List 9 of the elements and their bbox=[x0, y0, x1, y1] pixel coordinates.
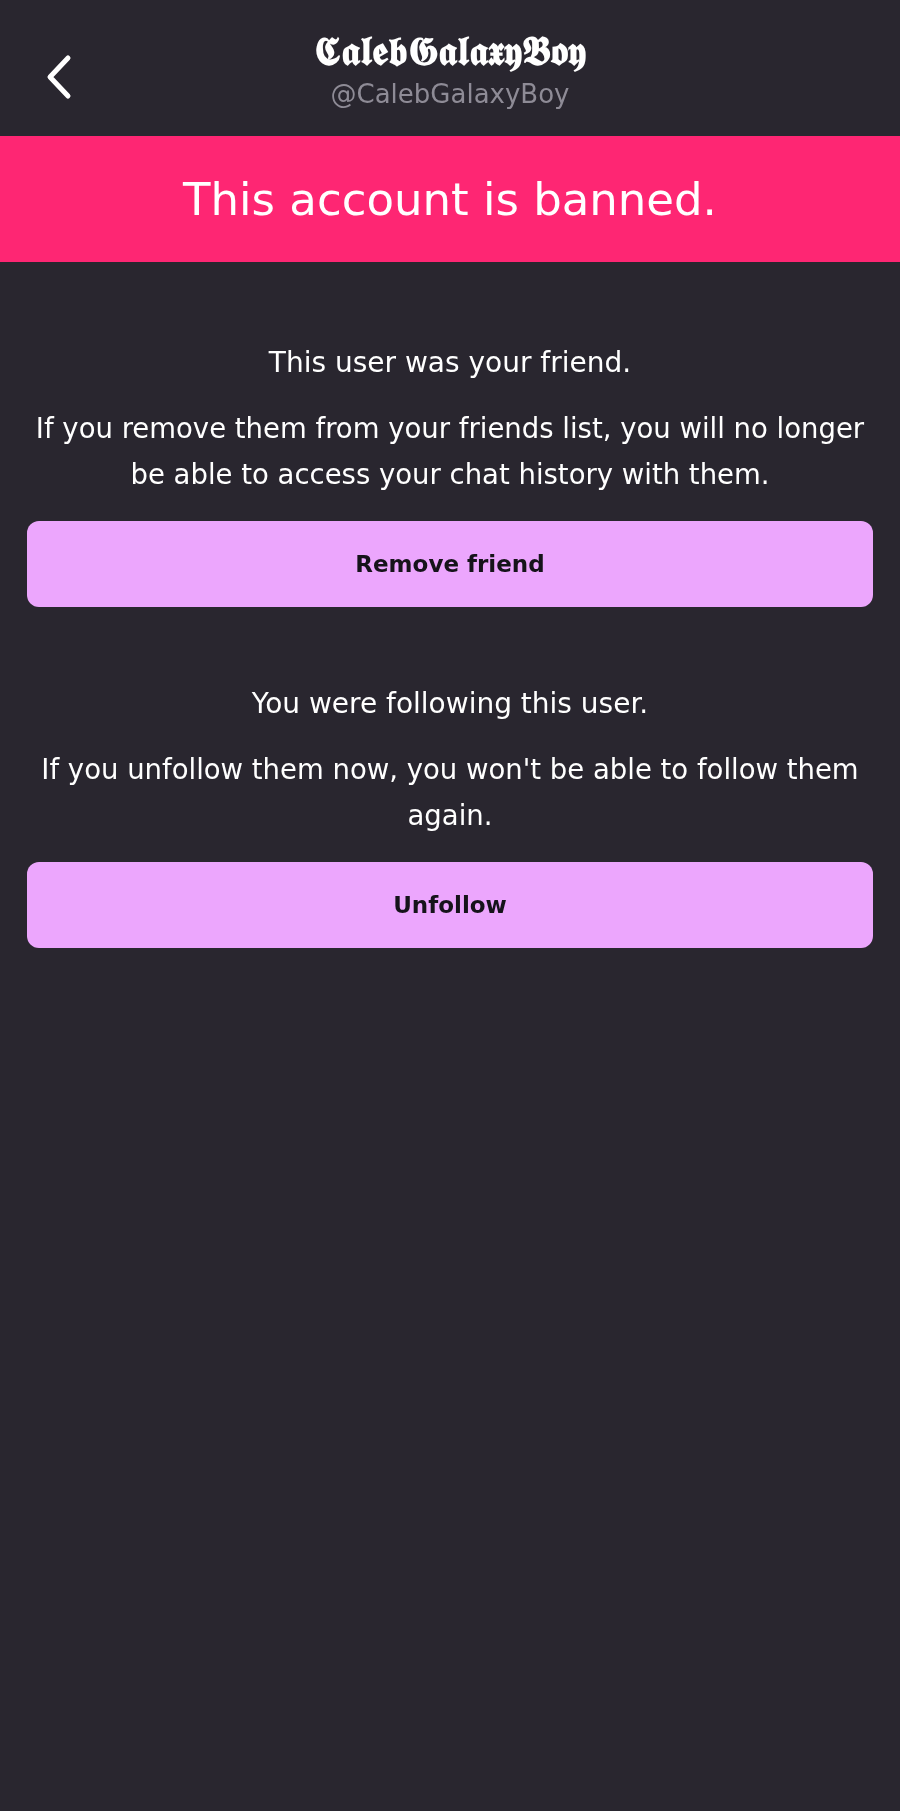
banned-banner: This account is banned. bbox=[0, 136, 900, 262]
section-title: This user was your friend. bbox=[268, 346, 632, 379]
username-handle: @CalebGalaxyBoy bbox=[330, 79, 570, 109]
display-name: 𝕮𝖆𝖑𝖊𝖇𝕲𝖆𝖑𝖆𝖝𝖞𝕭𝖔𝖞 bbox=[314, 27, 586, 75]
section-description: If you unfollow them now, you won't be able to follow them again. bbox=[40, 752, 860, 833]
action-button[interactable]: Unfollow bbox=[27, 862, 873, 948]
section-description: If you remove them from your friends list, you will no longer be able to access your chat history with them. bbox=[34, 411, 866, 492]
section-title: You were following this user. bbox=[251, 687, 649, 720]
action-button[interactable]: Remove friend bbox=[27, 521, 873, 607]
